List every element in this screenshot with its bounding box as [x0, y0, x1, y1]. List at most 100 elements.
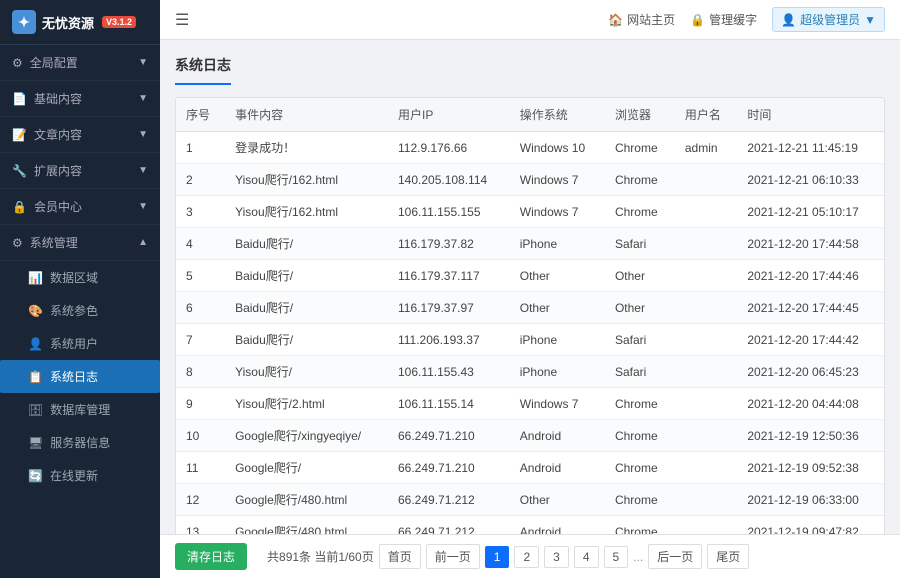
page-5-button[interactable]: 5 [604, 546, 629, 568]
cell-time: 2021-12-20 06:45:23 [737, 356, 884, 388]
cell-browser: Chrome [605, 516, 675, 535]
cell-event: 登录成功！ [225, 132, 388, 164]
cell-id: 12 [176, 484, 225, 516]
cell-event: Google爬行/ [225, 452, 388, 484]
log-icon: 📋 [28, 370, 43, 384]
cell-ip: 66.249.71.210 [388, 452, 510, 484]
cell-id: 11 [176, 452, 225, 484]
cell-os: Other [510, 260, 605, 292]
cell-os: Android [510, 420, 605, 452]
topbar-right: 🏠 网站主页 🔒 管理缓字 👤 超级管理员 ▼ [608, 7, 885, 32]
log-table-wrap: 序号 事件内容 用户IP 操作系统 浏览器 用户名 时间 1 登录成功！ 112… [175, 97, 885, 534]
cell-id: 2 [176, 164, 225, 196]
cell-event: Google爬行/xingyeqiye/ [225, 420, 388, 452]
cell-time: 2021-12-20 17:44:45 [737, 292, 884, 324]
cell-time: 2021-12-20 04:44:08 [737, 388, 884, 420]
cell-user [675, 324, 737, 356]
col-browser: 浏览器 [605, 98, 675, 132]
arrow-icon: ▼ [138, 165, 148, 176]
arrow-icon: ▼ [138, 201, 148, 212]
cell-os: Other [510, 484, 605, 516]
table-row: 11 Google爬行/ 66.249.71.210 Android Chrom… [176, 452, 884, 484]
user-dropdown[interactable]: 👤 超级管理员 ▼ [772, 7, 885, 32]
cell-event: Yisou爬行/ [225, 356, 388, 388]
sidebar-item-full-config[interactable]: ⚙全局配置 ▼ [0, 45, 160, 81]
pagination-info: 共891条 当前1/60页 [267, 548, 374, 565]
cell-id: 7 [176, 324, 225, 356]
cell-user [675, 164, 737, 196]
cell-user [675, 196, 737, 228]
cell-browser: Chrome [605, 196, 675, 228]
table-row: 10 Google爬行/xingyeqiye/ 66.249.71.210 An… [176, 420, 884, 452]
table-row: 13 Google爬行/480.html 66.249.71.212 Andro… [176, 516, 884, 535]
prev-page-button[interactable]: 前一页 [426, 544, 480, 569]
version-badge: V3.1.2 [102, 16, 136, 28]
dropdown-arrow-icon: ▼ [864, 13, 876, 27]
table-row: 3 Yisou爬行/162.html 106.11.155.155 Window… [176, 196, 884, 228]
arrow-icon: ▼ [138, 129, 148, 140]
page-3-button[interactable]: 3 [544, 546, 569, 568]
last-page-button[interactable]: 尾页 [707, 544, 749, 569]
ext-icon: 🔧 [12, 164, 27, 178]
first-page-button[interactable]: 首页 [379, 544, 421, 569]
cell-ip: 106.11.155.14 [388, 388, 510, 420]
cell-ip: 116.179.37.82 [388, 228, 510, 260]
home-link[interactable]: 🏠 网站主页 [608, 11, 675, 28]
hamburger-icon[interactable]: ☰ [175, 10, 189, 30]
cell-os: Android [510, 516, 605, 535]
arrow-icon: ▲ [138, 237, 148, 248]
cell-time: 2021-12-19 06:33:00 [737, 484, 884, 516]
cell-ip: 66.249.71.210 [388, 420, 510, 452]
cell-ip: 106.11.155.43 [388, 356, 510, 388]
sidebar-item-sys-manage[interactable]: ⚙系统管理 ▲ [0, 225, 160, 261]
sidebar-sub-sys-user[interactable]: 👤 系统用户 [0, 327, 160, 360]
next-page-button[interactable]: 后一页 [648, 544, 702, 569]
sidebar-item-ext-content[interactable]: 🔧扩展内容 ▼ [0, 153, 160, 189]
sidebar-item-file-content[interactable]: 📝文章内容 ▼ [0, 117, 160, 153]
col-user: 用户名 [675, 98, 737, 132]
page-4-button[interactable]: 4 [574, 546, 599, 568]
page-title: 系统日志 [175, 55, 231, 85]
table-row: 7 Baidu爬行/ 111.206.193.37 iPhone Safari … [176, 324, 884, 356]
manager-link[interactable]: 🔒 管理缓字 [690, 11, 757, 28]
sidebar-sub-sys-params[interactable]: 🎨 系统参色 [0, 294, 160, 327]
sidebar-item-basic-content[interactable]: 📄基础内容 ▼ [0, 81, 160, 117]
cell-browser: Chrome [605, 388, 675, 420]
col-time: 时间 [737, 98, 884, 132]
sidebar-sub-data-region[interactable]: 📊 数据区域 [0, 261, 160, 294]
col-os: 操作系统 [510, 98, 605, 132]
bottom-bar: 清存日志 共891条 当前1/60页 首页 前一页 1 2 3 4 5 ... … [160, 534, 900, 578]
pagination-dots: ... [633, 550, 643, 564]
page-2-button[interactable]: 2 [514, 546, 539, 568]
app-logo: ✦ 无忧资源 V3.1.2 [0, 0, 160, 45]
cell-ip: 116.179.37.117 [388, 260, 510, 292]
cell-event: Baidu爬行/ [225, 228, 388, 260]
db-icon: 🗄 [28, 403, 43, 417]
cell-ip: 112.9.176.66 [388, 132, 510, 164]
cell-os: iPhone [510, 356, 605, 388]
main-area: ☰ 🏠 网站主页 🔒 管理缓字 👤 超级管理员 ▼ 系统日志 [160, 0, 900, 578]
cell-user [675, 516, 737, 535]
log-table: 序号 事件内容 用户IP 操作系统 浏览器 用户名 时间 1 登录成功！ 112… [176, 98, 884, 534]
topbar-left: ☰ [175, 10, 189, 30]
page-1-button[interactable]: 1 [485, 546, 510, 568]
cell-browser: Chrome [605, 420, 675, 452]
cell-user [675, 260, 737, 292]
cell-browser: Chrome [605, 164, 675, 196]
clear-log-button[interactable]: 清存日志 [175, 543, 247, 570]
sidebar-sub-online-update[interactable]: 🔄 在线更新 [0, 459, 160, 492]
cell-os: Windows 7 [510, 196, 605, 228]
table-row: 9 Yisou爬行/2.html 106.11.155.14 Windows 7… [176, 388, 884, 420]
table-body: 1 登录成功！ 112.9.176.66 Windows 10 Chrome a… [176, 132, 884, 535]
cell-event: Yisou爬行/162.html [225, 164, 388, 196]
sidebar-sub-server-info[interactable]: 🖥 服务器信息 [0, 426, 160, 459]
sidebar-item-member-center[interactable]: 🔒会员中心 ▼ [0, 189, 160, 225]
cell-id: 13 [176, 516, 225, 535]
logo-icon: ✦ [12, 10, 36, 34]
cell-time: 2021-12-20 17:44:46 [737, 260, 884, 292]
cell-id: 1 [176, 132, 225, 164]
doc-icon: 📄 [12, 92, 27, 106]
sidebar-sub-sys-log[interactable]: 📋 系统日志 [0, 360, 160, 393]
sidebar-sub-db-manage[interactable]: 🗄 数据库管理 [0, 393, 160, 426]
cell-user [675, 484, 737, 516]
